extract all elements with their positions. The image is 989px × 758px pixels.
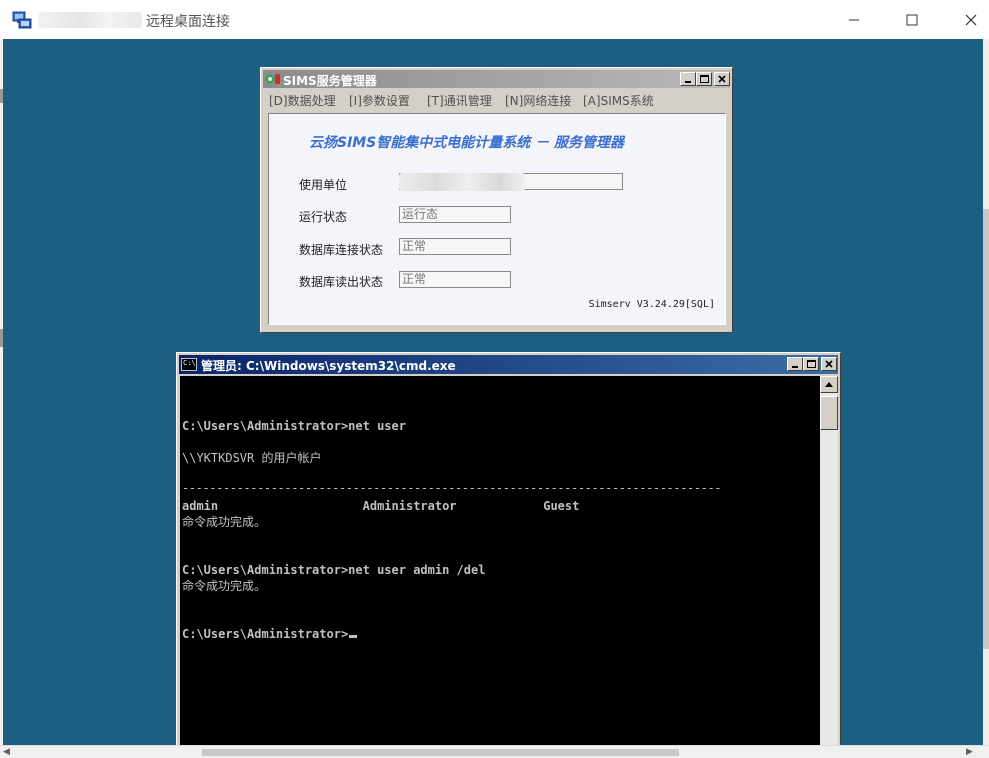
sims-menubar: [D]数据处理 [I]参数设置 [T]通讯管理 [N]网络连接 [A]SIMS系… — [263, 89, 730, 109]
close-button[interactable] — [951, 6, 989, 34]
cmd-maximize-button[interactable] — [803, 357, 819, 371]
close-icon — [825, 360, 833, 368]
sims-maximize-button[interactable] — [696, 72, 712, 86]
run-status-label: 运行状态 — [299, 210, 348, 224]
scroll-up-button[interactable] — [820, 376, 838, 393]
close-icon — [718, 75, 726, 83]
console-output[interactable]: C:\Users\Administrator>net user \\YKTKDS… — [180, 376, 820, 745]
console-line: C:\Users\Administrator>net user — [182, 419, 406, 433]
maximize-button[interactable] — [892, 6, 932, 34]
version-label: Simserv V3.24.29[SQL] — [588, 299, 715, 310]
redacted-unit — [399, 173, 525, 191]
console-line: 命令成功完成。 — [182, 579, 267, 593]
cmd-titlebar[interactable]: C:\ 管理员: C:\Windows\system32\cmd.exe — [179, 355, 838, 374]
sims-heading: 云扬SIMS智能集中式电能计量系统 － 服务管理器 — [309, 135, 625, 151]
remote-desktop-icon — [12, 11, 32, 29]
menu-sims-system[interactable]: [A]SIMS系统 — [583, 92, 654, 109]
unit-label: 使用单位 — [299, 178, 348, 192]
sims-close-button[interactable] — [714, 72, 730, 86]
run-status-field: 运行态 — [399, 206, 511, 223]
close-icon — [965, 14, 977, 26]
db-connect-label: 数据库连接状态 — [299, 243, 384, 257]
sims-titlebar[interactable]: SIMS服务管理器 — [263, 70, 730, 88]
maximize-icon — [906, 14, 918, 26]
sims-minimize-button[interactable] — [680, 72, 696, 86]
console-prompt: C:\Users\Administrator> — [182, 627, 349, 641]
window-title: 远程桌面连接 — [146, 14, 230, 30]
cmd-close-button[interactable] — [821, 357, 837, 371]
text-cursor — [349, 635, 358, 638]
menu-data-processing[interactable]: [D]数据处理 — [269, 92, 336, 109]
rdp-titlebar: 远程桌面连接 — [0, 0, 989, 39]
maximize-icon — [806, 360, 816, 368]
cmd-minimize-button[interactable] — [787, 357, 803, 371]
scroll-right-icon[interactable]: ▶ — [966, 748, 973, 757]
minimize-icon — [685, 81, 691, 83]
db-connect-field: 正常 — [399, 238, 511, 255]
sims-title: SIMS服务管理器 — [283, 74, 377, 88]
console-icon: C:\ — [181, 358, 197, 371]
cmd-title: 管理员: C:\Windows\system32\cmd.exe — [201, 359, 456, 373]
db-read-field: 正常 — [399, 271, 511, 288]
menu-parameter-settings[interactable]: [I]参数设置 — [349, 92, 410, 109]
console-line: \\YKTKDSVR 的用户帐户 — [182, 451, 322, 465]
console-line: admin Administrator Guest — [182, 499, 580, 513]
console-line: C:\Users\Administrator>net user admin /d… — [182, 563, 486, 577]
minimize-button[interactable] — [834, 6, 874, 34]
db-read-label: 数据库读出状态 — [299, 275, 384, 289]
cmd-window[interactable]: C:\ 管理员: C:\Windows\system32\cmd.exe C:\… — [176, 352, 841, 746]
sims-logo-icon — [265, 74, 280, 84]
redacted-host — [38, 12, 142, 28]
menu-network-connection[interactable]: [N]网络连接 — [505, 92, 571, 109]
console-prompt-line: C:\Users\Administrator> — [182, 627, 358, 641]
horizontal-scrollbar[interactable]: ◀ ▶ — [0, 745, 989, 758]
vertical-scrollbar[interactable] — [983, 39, 989, 745]
cmd-scroll-thumb[interactable] — [820, 396, 838, 430]
vertical-scroll-thumb[interactable] — [983, 209, 989, 649]
sims-status-panel: 云扬SIMS智能集中式电能计量系统 － 服务管理器 使用单位 运行状态 运行态 … — [268, 113, 726, 325]
minimize-icon — [849, 19, 859, 21]
sims-window[interactable]: SIMS服务管理器 [D]数据处理 [I]参数设置 [T]通讯管理 [N]网络连… — [260, 67, 733, 333]
menu-communication-management[interactable]: [T]通讯管理 — [427, 92, 492, 109]
cmd-vertical-scrollbar[interactable] — [820, 376, 838, 745]
maximize-icon — [699, 75, 709, 83]
console-line: 命令成功完成。 — [182, 515, 267, 529]
arrow-up-icon — [825, 382, 833, 387]
scroll-left-icon[interactable]: ◀ — [3, 748, 10, 757]
console-separator: ----------------------------------------… — [182, 481, 722, 495]
minimize-icon — [792, 366, 798, 368]
horizontal-scroll-thumb[interactable] — [202, 749, 679, 756]
